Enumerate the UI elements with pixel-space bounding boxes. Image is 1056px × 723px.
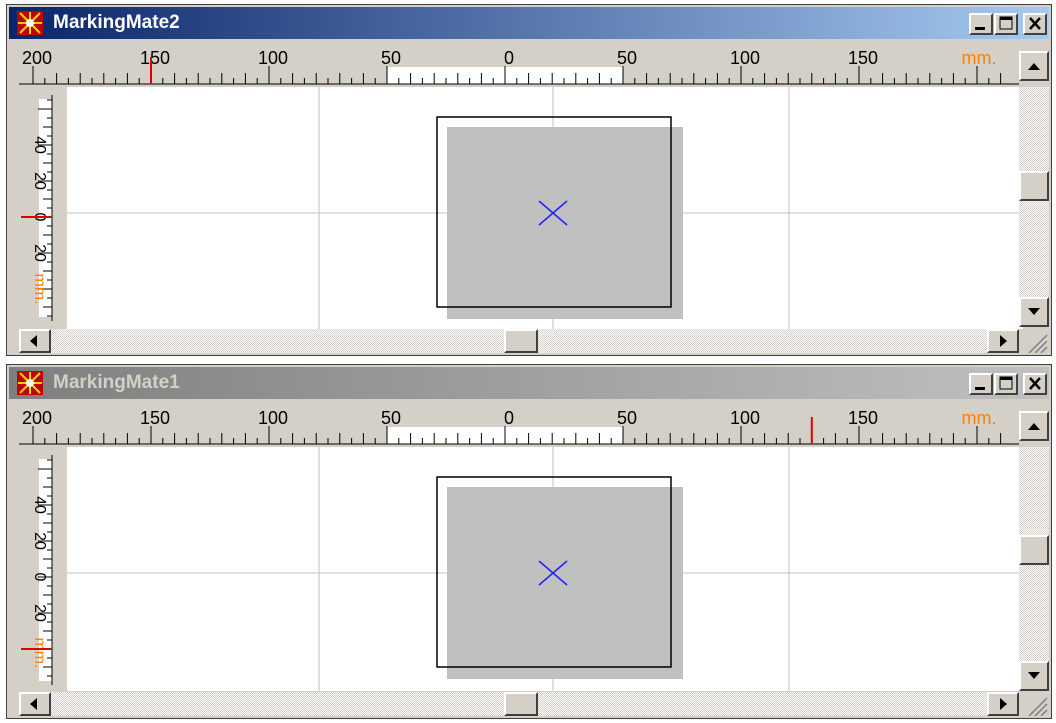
ruler-tick-label: 100 [730, 48, 760, 68]
horizontal-ruler[interactable]: 200 150 100 50 0 50 100 150 mm. [19, 45, 1019, 85]
starburst-icon [17, 11, 43, 35]
ruler-tick-label: 40 [31, 496, 48, 514]
arrow-right-icon [1000, 698, 1007, 710]
ruler-tick-label: 20 [31, 172, 48, 190]
ruler-tick-label: 20 [31, 604, 48, 622]
horizontal-scroll-thumb[interactable] [504, 329, 538, 353]
minimize-button[interactable] [969, 373, 993, 395]
close-button[interactable] [1023, 373, 1047, 395]
ruler-tick-label: 50 [617, 48, 637, 68]
scroll-left-button[interactable] [19, 692, 51, 716]
arrow-left-icon [30, 335, 37, 347]
ruler-tick-label: 20 [31, 532, 48, 550]
close-button[interactable] [1023, 13, 1047, 35]
maximize-button[interactable] [994, 13, 1018, 35]
ruler-tick-label: 50 [381, 48, 401, 68]
minimize-button[interactable] [969, 13, 993, 35]
vertical-ruler[interactable]: 40 20 0 20 mm. [19, 455, 53, 685]
ruler-tick-label: 100 [258, 408, 288, 428]
ruler-tick-label: 0 [504, 408, 514, 428]
arrow-right-icon [1000, 335, 1007, 347]
window-markingmate1: MarkingMate1 200 150 100 50 0 50 100 150 mm. 40 2… [6, 364, 1052, 719]
ruler-tick-label: 200 [22, 408, 52, 428]
ruler-tick-label: 150 [140, 48, 170, 68]
ruler-tick-label: 100 [258, 48, 288, 68]
resize-grip-icon[interactable] [1021, 692, 1049, 716]
ruler-unit-label: mm. [31, 637, 48, 668]
ruler-tick-label: 0 [504, 48, 514, 68]
arrow-left-icon [30, 698, 37, 710]
title-bar[interactable]: MarkingMate1 [9, 367, 1049, 399]
ruler-unit-label: mm. [962, 48, 997, 68]
ruler-tick-label: 150 [848, 408, 878, 428]
ruler-tick-label: 150 [140, 408, 170, 428]
horizontal-ruler[interactable]: 200 150 100 50 0 50 100 150 mm. [19, 405, 1019, 445]
starburst-icon [17, 371, 43, 395]
drawing-canvas[interactable] [67, 87, 1023, 329]
vertical-ruler[interactable]: 4020020mm. [19, 95, 53, 321]
arrow-down-icon [1028, 308, 1040, 315]
minimize-icon [975, 387, 985, 390]
scroll-up-button[interactable] [1019, 51, 1049, 81]
ruler-tick-label: 0 [31, 573, 48, 582]
window-markingmate2: MarkingMate2 200 150 100 50 0 50 100 150 mm. 40 2… [6, 4, 1052, 356]
close-icon [1029, 377, 1041, 390]
scroll-left-button[interactable] [19, 329, 51, 353]
title-bar[interactable]: MarkingMate2 [9, 7, 1049, 39]
maximize-button[interactable] [994, 373, 1018, 395]
ruler-tick-label: 50 [381, 408, 401, 428]
close-icon [1029, 17, 1041, 30]
scroll-up-button[interactable] [1019, 411, 1049, 441]
drawing-canvas[interactable] [67, 447, 1023, 691]
scroll-down-button[interactable] [1019, 297, 1049, 327]
arrow-up-icon [1028, 423, 1040, 430]
maximize-icon [999, 16, 1013, 30]
arrow-up-icon [1028, 63, 1040, 70]
scroll-down-button[interactable] [1019, 661, 1049, 691]
resize-grip-icon[interactable] [1021, 329, 1049, 353]
ruler-tick-label: 40 [31, 136, 48, 154]
vertical-scroll-thumb[interactable] [1019, 535, 1049, 565]
minimize-icon [975, 27, 985, 30]
ruler-unit-label: mm. [962, 408, 997, 428]
window-title: MarkingMate2 [53, 12, 180, 33]
window-title: MarkingMate1 [53, 372, 180, 393]
ruler-unit-label: mm. [31, 273, 48, 304]
vertical-scroll-thumb[interactable] [1019, 171, 1049, 201]
ruler-tick-label: 100 [730, 408, 760, 428]
scroll-right-button[interactable] [987, 692, 1019, 716]
ruler-tick-label: 200 [22, 48, 52, 68]
ruler-tick-label: 150 [848, 48, 878, 68]
arrow-down-icon [1028, 672, 1040, 679]
ruler-tick-label: 20 [31, 244, 48, 262]
scroll-right-button[interactable] [987, 329, 1019, 353]
ruler-tick-label: 50 [617, 408, 637, 428]
horizontal-scroll-thumb[interactable] [504, 692, 538, 716]
maximize-icon [999, 376, 1013, 390]
